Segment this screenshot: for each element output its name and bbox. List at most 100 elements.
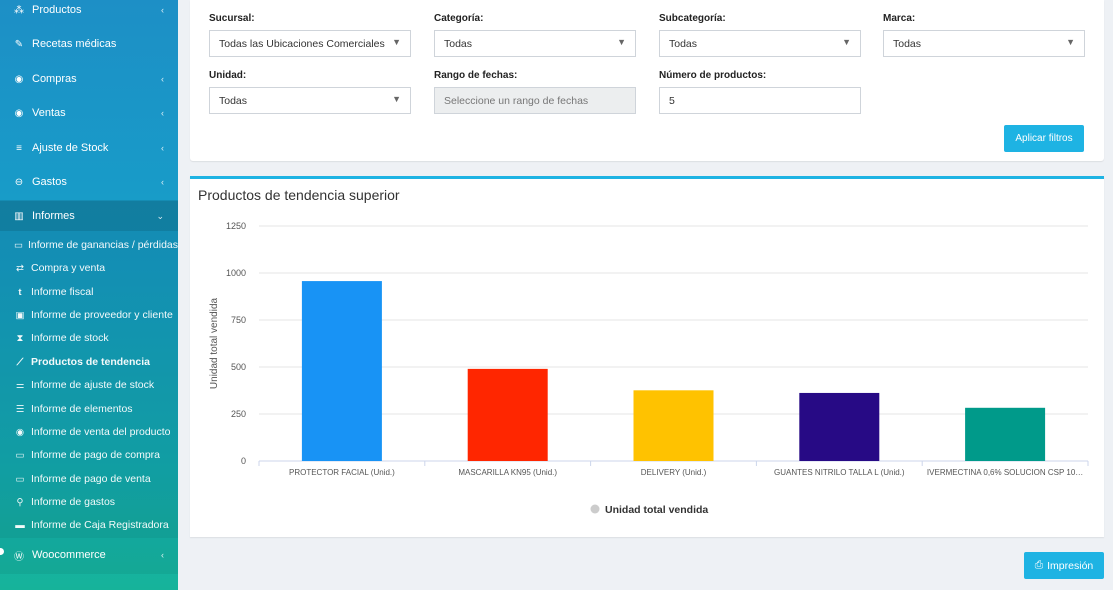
bar bbox=[467, 368, 548, 461]
y-tick-label: 1000 bbox=[226, 268, 246, 278]
list-icon: ☰ bbox=[15, 403, 25, 415]
line-chart-icon: ⟋ bbox=[16, 356, 24, 368]
sidebar-subitem-venta-producto[interactable]: ◉ Informe de venta del producto bbox=[0, 421, 178, 443]
money-icon: ▭ bbox=[15, 473, 25, 485]
x-tick-label: DELIVERY (Unid.) bbox=[641, 468, 707, 477]
bar bbox=[301, 281, 382, 461]
sidebar-item-informes[interactable]: ▥ Informes ⌄ bbox=[0, 201, 178, 231]
y-tick-label: 750 bbox=[231, 315, 246, 325]
sidebar-item-label: Informes bbox=[32, 210, 75, 222]
address-book-icon: ▣ bbox=[15, 309, 25, 321]
subitem-label: Informe de venta del producto bbox=[31, 426, 171, 438]
sidebar-subitem-productos-tendencia[interactable]: ⟋ Productos de tendencia bbox=[0, 351, 178, 373]
sucursal-label: Sucursal: bbox=[209, 13, 255, 24]
sidebar: ⁂ Productos ‹ ✎ Recetas médicas ◉ Compra… bbox=[0, 0, 178, 590]
date-range-input[interactable]: Seleccione un rango de fechas bbox=[434, 87, 636, 114]
arrow-circle-down-icon: ◉ bbox=[14, 73, 24, 85]
marca-label: Marca: bbox=[883, 13, 916, 24]
categoria-label: Categoría: bbox=[434, 13, 484, 24]
marca-select[interactable]: Todas ▼ bbox=[883, 30, 1085, 57]
sidebar-subitem-elementos[interactable]: ☰ Informe de elementos bbox=[0, 398, 178, 420]
sidebar-subitem-pago-venta[interactable]: ▭ Informe de pago de venta bbox=[0, 468, 178, 490]
unidad-label: Unidad: bbox=[209, 70, 247, 81]
chevron-left-icon: ‹ bbox=[161, 177, 164, 187]
y-tick-label: 500 bbox=[231, 362, 246, 372]
subitem-label: Informe de stock bbox=[31, 332, 109, 344]
subcategoria-value: Todas bbox=[669, 38, 698, 50]
chevron-left-icon: ‹ bbox=[161, 74, 164, 84]
subitem-label: Informe de ganancias / pérdidas bbox=[27, 239, 178, 251]
marca-value: Todas bbox=[893, 38, 922, 50]
sidebar-subitem-proveedor-cliente[interactable]: ▣ Informe de proveedor y cliente bbox=[0, 304, 178, 326]
subcategoria-select[interactable]: Todas ▼ bbox=[659, 30, 861, 57]
sidebar-subitem-pago-compra[interactable]: ▭ Informe de pago de compra bbox=[0, 444, 178, 466]
tumblr-icon: t bbox=[18, 286, 22, 298]
subitem-label: Informe de elementos bbox=[31, 403, 133, 415]
y-tick-label: 250 bbox=[231, 409, 246, 419]
subitem-label: Informe fiscal bbox=[31, 286, 94, 298]
bar bbox=[799, 392, 880, 461]
sidebar-item-gastos[interactable]: ⊖ Gastos ‹ bbox=[0, 167, 178, 197]
sidebar-item-label: Woocommerce bbox=[32, 549, 106, 561]
numero-productos-label: Número de productos: bbox=[659, 70, 767, 81]
x-tick-label: PROTECTOR FACIAL (Unid.) bbox=[289, 468, 395, 477]
subitem-label: Informe de pago de compra bbox=[31, 449, 160, 461]
exchange-icon: ⇄ bbox=[16, 262, 24, 274]
unidad-value: Todas bbox=[219, 95, 248, 107]
caret-down-icon: ▼ bbox=[617, 37, 626, 47]
y-tick-label: 0 bbox=[241, 456, 246, 466]
sidebar-item-productos[interactable]: ⁂ Productos ‹ bbox=[0, 0, 178, 25]
chevron-left-icon: ‹ bbox=[161, 5, 164, 15]
wordpress-icon: Ⓦ bbox=[14, 551, 24, 563]
chevron-left-icon: ‹ bbox=[161, 143, 164, 153]
bar-chart: 0 250 500 750 1000 1250 PROTECTOR FACIAL (Unid… bbox=[209, 221, 1089, 516]
sucursal-select[interactable]: Todas las Ubicaciones Comerciales ▼ bbox=[209, 30, 411, 57]
sidebar-subitem-ajuste-stock[interactable]: ⚌ Informe de ajuste de stock bbox=[0, 374, 178, 396]
unidad-select[interactable]: Todas ▼ bbox=[209, 87, 411, 114]
sidebar-item-label: Productos bbox=[32, 4, 82, 16]
subitem-label: Compra y venta bbox=[31, 262, 106, 274]
chevron-left-icon: ‹ bbox=[161, 108, 164, 118]
sidebar-subitem-ganancias[interactable]: ▭ Informe de ganancias / pérdidas bbox=[0, 234, 178, 256]
subcategoria-label: Subcategoría: bbox=[659, 13, 726, 24]
legend-marker bbox=[590, 504, 600, 514]
subitem-label: Informe de proveedor y cliente bbox=[31, 309, 173, 321]
arrow-circle-up-icon: ◉ bbox=[14, 107, 24, 119]
sidebar-item-label: Ventas bbox=[32, 107, 66, 119]
legend-label: Unidad total vendida bbox=[605, 504, 708, 516]
sidebar-item-ventas[interactable]: ◉ Ventas ‹ bbox=[0, 98, 178, 128]
subitem-label: Informe de Caja Registradora bbox=[31, 519, 169, 531]
y-tick-label: 1250 bbox=[226, 221, 246, 231]
money-icon: ▭ bbox=[14, 239, 23, 251]
numero-productos-value: 5 bbox=[669, 95, 675, 107]
sidebar-subitem-stock[interactable]: ⧗ Informe de stock bbox=[0, 327, 178, 349]
sidebar-item-woocommerce[interactable]: Ⓦ Woocommerce ‹ bbox=[0, 540, 178, 570]
sidebar-subitem-compra-venta[interactable]: ⇄ Compra y venta bbox=[0, 257, 178, 279]
minus-circle-icon: ⊖ bbox=[14, 176, 24, 188]
money-icon: ▭ bbox=[15, 449, 25, 461]
sidebar-subitem-fiscal[interactable]: t Informe fiscal bbox=[0, 281, 178, 303]
print-button[interactable]: ⎙ Impresión bbox=[1024, 552, 1104, 579]
caret-down-icon: ▼ bbox=[392, 94, 401, 104]
categoria-select[interactable]: Todas ▼ bbox=[434, 30, 636, 57]
numero-productos-input[interactable]: 5 bbox=[659, 87, 861, 114]
sidebar-item-compras[interactable]: ◉ Compras ‹ bbox=[0, 64, 178, 94]
bar bbox=[965, 407, 1046, 461]
categoria-value: Todas bbox=[444, 38, 473, 50]
sidebar-subitem-caja[interactable]: ▬ Informe de Caja Registradora bbox=[0, 514, 178, 536]
caret-down-icon: ▼ bbox=[842, 37, 851, 47]
apply-filters-button[interactable]: Aplicar filtros bbox=[1004, 125, 1084, 152]
chart-box: Productos de tendencia superior 0 250 500 7… bbox=[190, 176, 1104, 537]
sidebar-subitem-gastos[interactable]: ⚲ Informe de gastos bbox=[0, 491, 178, 513]
sliders-icon: ⚌ bbox=[15, 379, 25, 391]
caret-down-icon: ▼ bbox=[392, 37, 401, 47]
bar-chart-icon: ▥ bbox=[14, 210, 24, 222]
sidebar-item-ajuste-stock[interactable]: ≡ Ajuste de Stock ‹ bbox=[0, 133, 178, 163]
database-icon: ≡ bbox=[16, 142, 22, 154]
chevron-down-icon: ⌄ bbox=[156, 210, 164, 221]
x-tick-label: IVERMECTINA 0,6% SOLUCION CSP 10… bbox=[927, 468, 1083, 477]
bar bbox=[633, 390, 714, 461]
sidebar-item-recetas[interactable]: ✎ Recetas médicas bbox=[0, 29, 178, 59]
edit-icon: ✎ bbox=[14, 38, 24, 50]
x-tick-label: GUANTES NITRILO TALLA L (Unid.) bbox=[774, 468, 905, 477]
